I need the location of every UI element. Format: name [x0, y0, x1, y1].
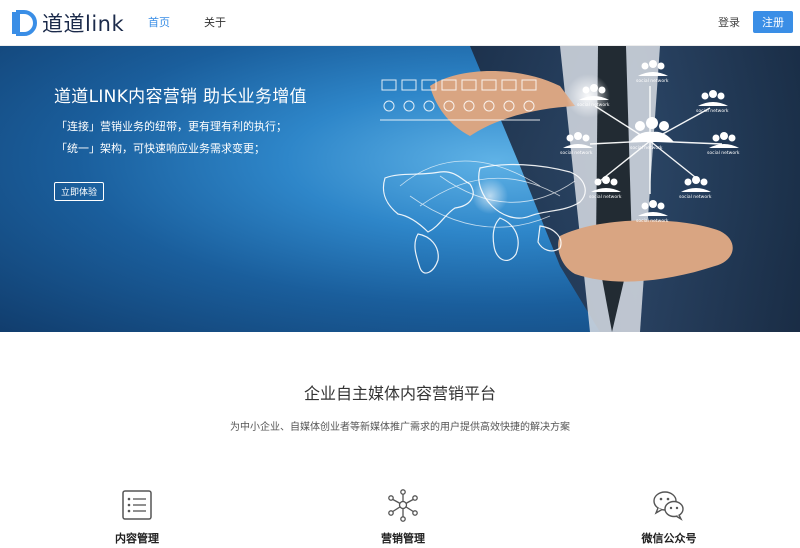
network-label: social network — [679, 194, 712, 200]
feature-label: 微信公众号 — [641, 532, 697, 545]
network-nodes-icon — [388, 489, 418, 522]
top-header: 道道link 首页 关于 登录 注册 — [0, 0, 800, 46]
login-link[interactable]: 登录 — [718, 14, 740, 30]
network-label: social network — [589, 194, 622, 200]
network-label: social network — [636, 218, 669, 224]
network-label: social network — [707, 150, 740, 156]
nav-item-about[interactable]: 关于 — [204, 14, 226, 30]
feature-label: 内容管理 — [115, 532, 159, 545]
hero-line-connect: 「连接」营销业务的纽带，更有理有利的执行； — [56, 120, 287, 133]
hero-title: 道道LINK内容营销 助长业务增值 — [54, 87, 307, 107]
logo[interactable]: 道道link — [10, 7, 124, 39]
wechat-icon — [653, 491, 684, 521]
network-label: social network — [577, 102, 610, 108]
logo-text: 道道link — [42, 12, 125, 36]
section-title: 企业自主媒体内容营销平台 — [303, 384, 496, 403]
main-nav: 首页 关于 — [148, 14, 260, 30]
network-label: social network — [636, 78, 669, 84]
hero-banner: social network social network social net… — [0, 46, 800, 332]
network-label: social network — [630, 145, 663, 151]
nav-item-home[interactable]: 首页 — [148, 14, 170, 30]
network-label: social network — [696, 108, 729, 114]
hero-line-unify: 「统一」架构，可快速响应业务需求变更； — [56, 142, 265, 155]
logo-mark-icon — [10, 9, 38, 37]
network-label: social network — [560, 150, 593, 156]
section-subtitle: 为中小企业、自媒体创业者等新媒体推广需求的用户提供高效快捷的解决方案 — [230, 422, 570, 433]
try-now-button[interactable]: 立即体验 — [54, 182, 104, 201]
feature-label: 营销管理 — [381, 532, 425, 545]
signup-button[interactable]: 注册 — [753, 11, 793, 33]
feature-wechat-official-account[interactable]: 微信公众号 — [609, 488, 729, 546]
feature-content-management[interactable]: 内容管理 — [77, 488, 197, 546]
feature-marketing-management[interactable]: 营销管理 — [343, 488, 463, 546]
list-document-icon — [122, 490, 152, 520]
